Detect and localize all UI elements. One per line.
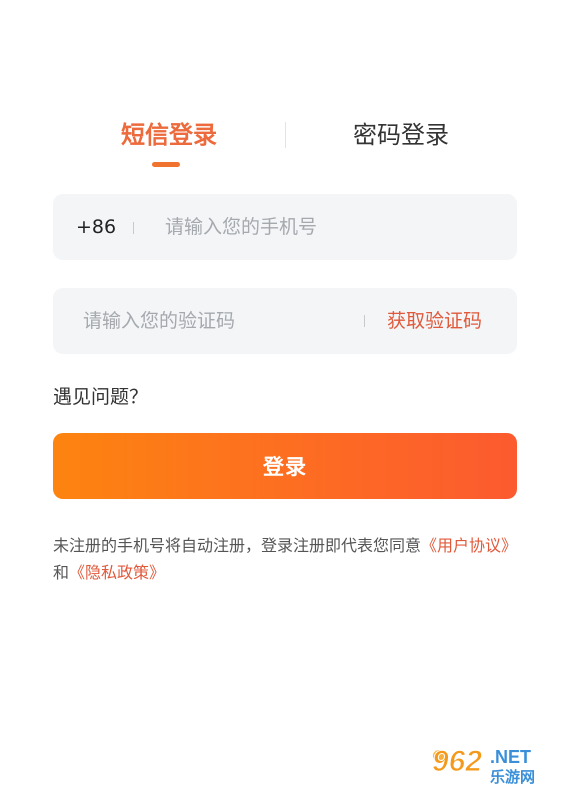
watermark-suffix: .NET [490, 747, 531, 767]
tab-divider [285, 122, 286, 148]
problem-link[interactable]: 遇见问题？ [53, 384, 148, 410]
watermark-logo-icon: 962 .NET 乐游网 [432, 745, 536, 787]
get-code-button[interactable]: 获取验证码 [387, 308, 482, 334]
tab-password-login[interactable]: 密码登录 [353, 120, 449, 150]
watermark-number: 962 [432, 745, 482, 778]
agreement-prefix: 未注册的手机号将自动注册，登录注册即代表您同意 [53, 536, 422, 555]
user-agreement-link[interactable]: 《用户协议》 [421, 536, 517, 555]
site-watermark-logo: 962 .NET 乐游网 [430, 741, 564, 787]
login-tabs: 短信登录 密码登录 [53, 112, 517, 172]
login-page: 短信登录 密码登录 +86 获取验证码 遇见问题？ 登录 未注册的手机号将自动注… [0, 0, 570, 793]
privacy-policy-link[interactable]: 《隐私政策》 [69, 563, 165, 582]
code-field-separator [364, 315, 365, 327]
phone-field-separator [133, 222, 134, 234]
agreement-and: 和 [53, 563, 70, 582]
agreement-text: 未注册的手机号将自动注册，登录注册即代表您同意《用户协议》和《隐私政策》 [53, 532, 523, 586]
phone-field: +86 [53, 194, 517, 260]
code-field: 获取验证码 [53, 288, 517, 354]
country-code[interactable]: +86 [76, 214, 116, 240]
tab-sms-login[interactable]: 短信登录 [121, 120, 217, 150]
active-tab-indicator [152, 162, 180, 167]
watermark-name: 乐游网 [490, 768, 535, 785]
login-button[interactable]: 登录 [53, 433, 517, 499]
phone-input[interactable] [165, 212, 495, 242]
verification-code-input[interactable] [83, 306, 353, 336]
